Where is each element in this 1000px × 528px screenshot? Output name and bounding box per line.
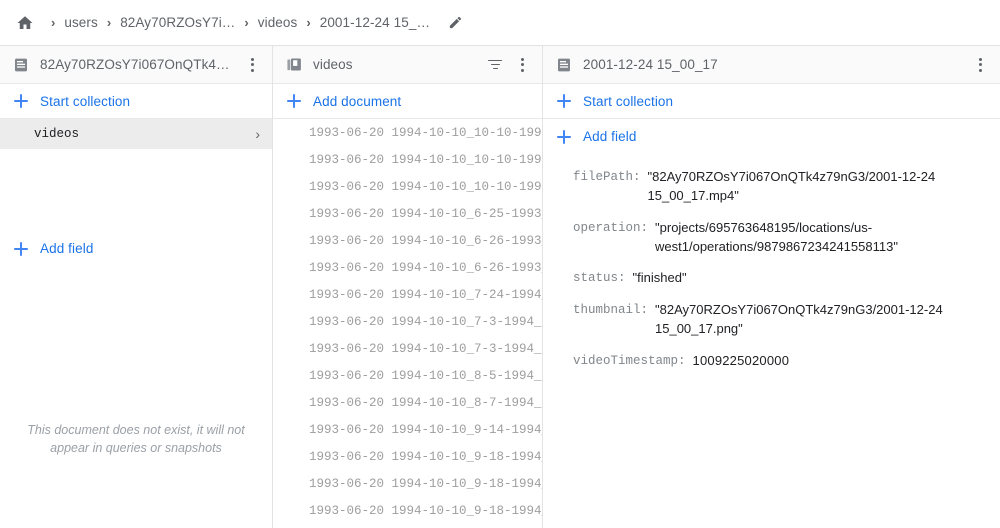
- collection-panel: videos Add document 1993-06-20 1994-10-1…: [273, 46, 543, 528]
- start-collection-button-right[interactable]: Start collection: [543, 84, 1000, 119]
- list-item[interactable]: 1993-06-20 1994-10-10_9-18-1994_id9: [273, 524, 542, 528]
- document-id: 1993-06-20 1994-10-10_7-3-1994_id80: [309, 341, 542, 356]
- list-item[interactable]: 1993-06-20 1994-10-10_7-24-1994_id8: [273, 281, 542, 308]
- list-item[interactable]: 1993-06-20 1994-10-10_8-5-1994_id90: [273, 362, 542, 389]
- collection-panel-header: videos: [273, 46, 542, 84]
- document-id: 1993-06-20 1994-10-10_7-24-1994_id8: [309, 287, 542, 302]
- document-id: 1993-06-20 1994-10-10_6-26-1993_id5: [309, 233, 542, 248]
- document-panel-left: 82Ay70RZOsY7i067OnQTk4z79nG3 Start colle…: [0, 46, 273, 528]
- collection-icon: [285, 56, 303, 74]
- document-id: 1993-06-20 1994-10-10_10-10-1994_id: [309, 125, 542, 140]
- document-list[interactable]: 1993-06-20 1994-10-10_10-10-1994_id 1993-…: [273, 119, 542, 528]
- field-value: "82Ay70RZOsY7i067OnQTk4z79nG3/2001-12-24…: [655, 302, 943, 337]
- kebab-menu-icon[interactable]: [972, 56, 988, 74]
- list-item[interactable]: 1993-06-20 1994-10-10_7-3-1994_id79: [273, 308, 542, 335]
- panels-container: 82Ay70RZOsY7i067OnQTk4z79nG3 Start colle…: [0, 46, 1000, 528]
- start-collection-button-left[interactable]: Start collection: [0, 84, 272, 119]
- add-document-button[interactable]: Add document: [273, 84, 542, 119]
- kebab-menu-icon[interactable]: [514, 56, 530, 74]
- list-item[interactable]: 1993-06-20 1994-10-10_6-26-1993_id5: [273, 227, 542, 254]
- field-value: "finished": [632, 270, 687, 286]
- collection-panel-title: videos: [313, 57, 353, 72]
- document-icon: [12, 56, 30, 74]
- left-panel-spacer: [0, 149, 272, 231]
- plus-icon: [14, 94, 28, 108]
- firestore-data-browser: › users › 82Ay70RZOsY7i… › videos › 2001…: [0, 0, 1000, 528]
- document-not-exist-note: This document does not exist, it will no…: [27, 423, 245, 456]
- start-collection-label: Start collection: [40, 93, 131, 109]
- document-id: 1993-06-20 1994-10-10_9-18-1994_id9: [309, 503, 542, 518]
- field-row[interactable]: operation: "projects/695763648195/locatio…: [573, 219, 1000, 257]
- document-panel-right-title: 2001-12-24 15_00_17: [583, 57, 718, 72]
- breadcrumb-item-videos[interactable]: videos: [258, 15, 298, 30]
- document-id: 1993-06-20 1994-10-10_7-3-1994_id79: [309, 314, 542, 329]
- list-item[interactable]: 1993-06-20 1994-10-10_10-10-1994_id: [273, 146, 542, 173]
- document-panel-left-header: 82Ay70RZOsY7i067OnQTk4z79nG3: [0, 46, 272, 84]
- add-document-label: Add document: [313, 93, 402, 109]
- chevron-right-icon: ›: [255, 126, 260, 142]
- plus-icon: [14, 241, 28, 256]
- document-panel-right: 2001-12-24 15_00_17 Start collection Add…: [543, 46, 1000, 528]
- document-icon: [555, 56, 573, 74]
- field-value: "82Ay70RZOsY7i067OnQTk4z79nG3/2001-12-24…: [647, 169, 936, 203]
- plus-icon: [287, 94, 301, 108]
- document-id: 1993-06-20 1994-10-10_8-5-1994_id90: [309, 368, 542, 383]
- breadcrumb: › users › 82Ay70RZOsY7i… › videos › 2001…: [0, 0, 1000, 46]
- field-row[interactable]: status: "finished": [573, 269, 1000, 288]
- list-item[interactable]: 1993-06-20 1994-10-10_6-26-1993_id6: [273, 254, 542, 281]
- document-id: 1993-06-20 1994-10-10_9-14-1994_id9: [309, 422, 542, 437]
- list-item[interactable]: 1993-06-20 1994-10-10_10-10-1994_id: [273, 173, 542, 200]
- document-id: 1993-06-20 1994-10-10_9-18-1994_id1: [309, 449, 542, 464]
- field-key: status:: [573, 271, 626, 286]
- start-collection-label: Start collection: [583, 93, 674, 109]
- document-id: 1993-06-20 1994-10-10_6-25-1993_id4: [309, 206, 542, 221]
- breadcrumb-separator: ›: [244, 15, 249, 30]
- breadcrumb-separator: ›: [51, 15, 56, 30]
- add-field-button-left[interactable]: Add field: [0, 231, 272, 266]
- document-id: 1993-06-20 1994-10-10_10-10-1994_id: [309, 179, 542, 194]
- document-id: 1993-06-20 1994-10-10_8-7-1994_id91: [309, 395, 542, 410]
- list-item[interactable]: 1993-06-20 1994-10-10_10-10-1994_id: [273, 119, 542, 146]
- list-item[interactable]: 1993-06-20 1994-10-10_9-14-1994_id9: [273, 416, 542, 443]
- list-item[interactable]: 1993-06-20 1994-10-10_6-25-1993_id4: [273, 200, 542, 227]
- add-field-label: Add field: [583, 129, 637, 144]
- document-id: 1993-06-20 1994-10-10_9-18-1994_id9: [309, 476, 542, 491]
- list-item[interactable]: 1993-06-20 1994-10-10_9-18-1994_id9: [273, 470, 542, 497]
- document-panel-right-header: 2001-12-24 15_00_17: [543, 46, 1000, 84]
- field-row[interactable]: filePath: "82Ay70RZOsY7i067OnQTk4z79nG3/2…: [573, 168, 1000, 206]
- plus-icon: [557, 94, 571, 108]
- breadcrumb-item-document[interactable]: 2001-12-24 15_…: [320, 15, 430, 30]
- filter-icon[interactable]: [486, 56, 504, 74]
- list-item[interactable]: 1993-06-20 1994-10-10_9-18-1994_id9: [273, 497, 542, 524]
- add-field-button-right[interactable]: Add field: [543, 119, 1000, 154]
- field-value: 1009225020000: [692, 352, 790, 368]
- home-icon[interactable]: [14, 12, 36, 34]
- kebab-menu-icon[interactable]: [244, 56, 260, 74]
- sidebar-item-videos[interactable]: videos ›: [0, 119, 272, 149]
- list-item[interactable]: 1993-06-20 1994-10-10_9-18-1994_id1: [273, 443, 542, 470]
- field-row[interactable]: thumbnail: "82Ay70RZOsY7i067OnQTk4z79nG3/…: [573, 301, 1000, 339]
- breadcrumb-separator: ›: [106, 15, 112, 30]
- field-value: "projects/695763648195/locations/us-west…: [655, 219, 898, 254]
- field-key: thumbnail:: [573, 303, 649, 318]
- field-key: operation:: [573, 220, 649, 235]
- document-id: 1993-06-20 1994-10-10_10-10-1994_id: [309, 152, 542, 167]
- breadcrumb-item-users[interactable]: users: [64, 15, 98, 30]
- breadcrumb-item-user-id[interactable]: 82Ay70RZOsY7i…: [120, 15, 235, 30]
- list-item[interactable]: 1993-06-20 1994-10-10_8-7-1994_id91: [273, 389, 542, 416]
- field-row[interactable]: videoTimestamp: 1009225020000: [573, 352, 1000, 371]
- plus-icon: [557, 129, 571, 144]
- breadcrumb-separator: ›: [306, 15, 311, 30]
- field-key: filePath:: [573, 170, 641, 184]
- field-list: filePath: "82Ay70RZOsY7i067OnQTk4z79nG3/2…: [543, 154, 1000, 371]
- pencil-icon[interactable]: [446, 14, 464, 32]
- add-field-label: Add field: [40, 241, 94, 256]
- document-id: 1993-06-20 1994-10-10_6-26-1993_id6: [309, 260, 542, 275]
- collection-name: videos: [34, 127, 80, 141]
- document-panel-left-title: 82Ay70RZOsY7i067OnQTk4z79nG3: [40, 57, 234, 72]
- field-key: videoTimestamp:: [573, 353, 686, 368]
- list-item[interactable]: 1993-06-20 1994-10-10_7-3-1994_id80: [273, 335, 542, 362]
